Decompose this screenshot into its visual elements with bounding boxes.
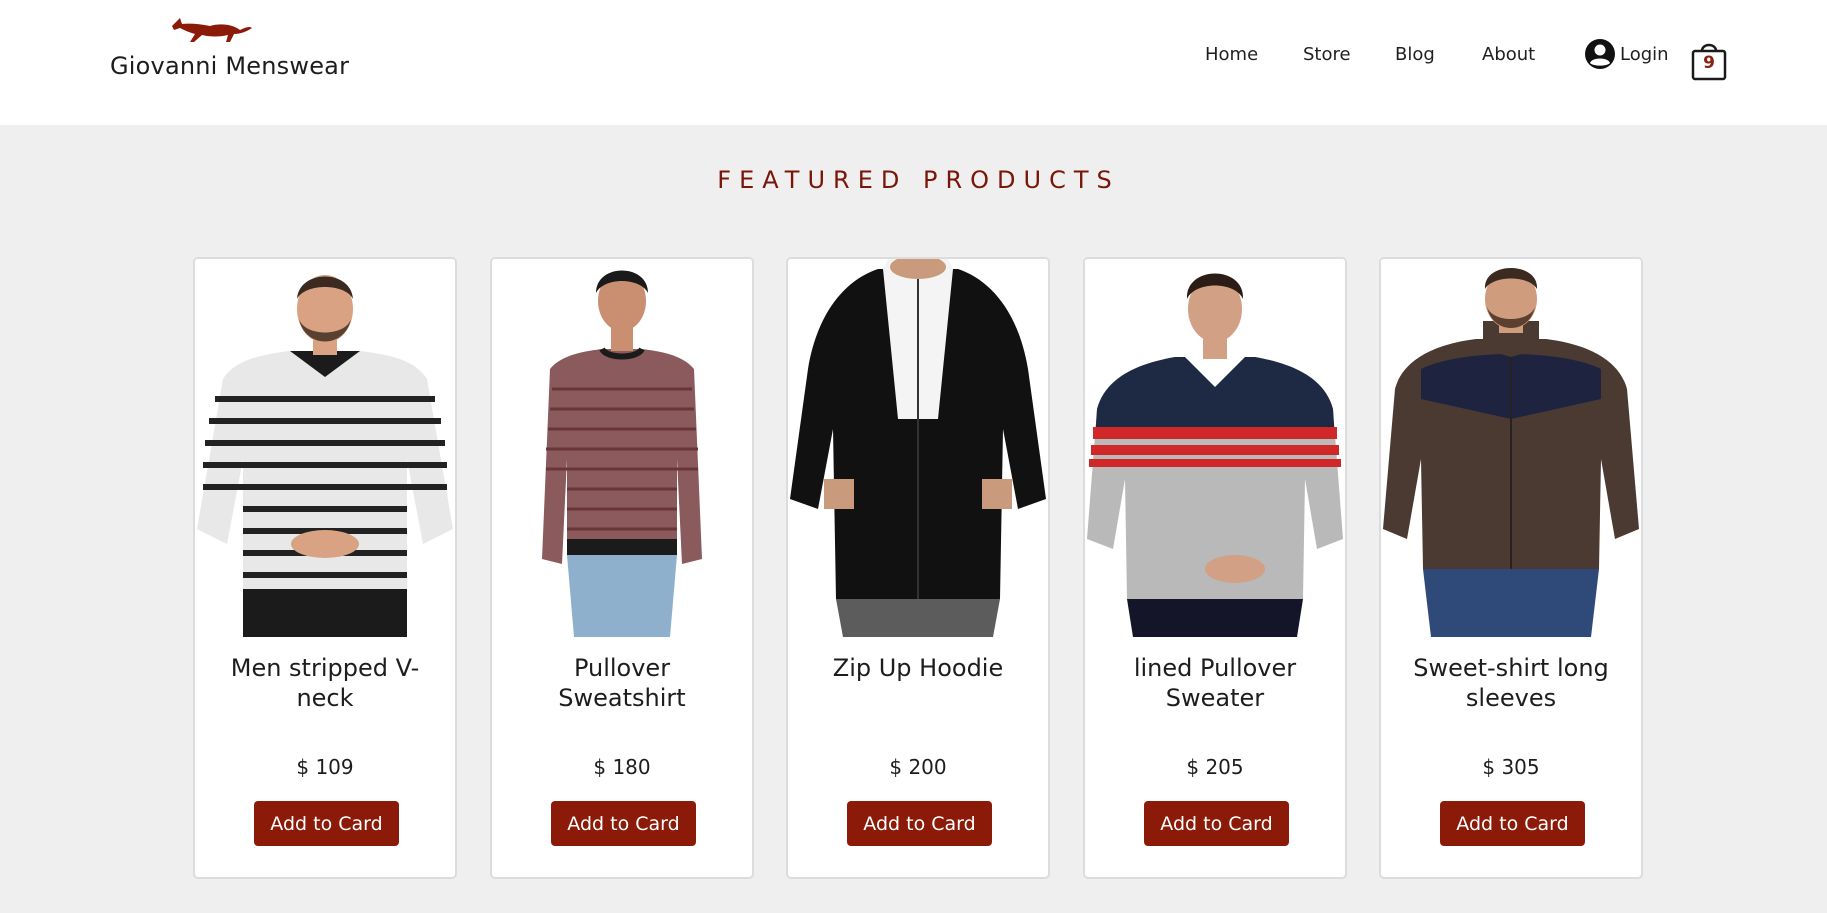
product-image (1381, 259, 1641, 637)
product-image (788, 259, 1048, 637)
section-title: FEATURED PRODUCTS (717, 166, 1120, 194)
add-to-cart-button[interactable]: Add to Card (847, 801, 992, 846)
product-price: $ 200 (889, 755, 947, 779)
product-price: $ 205 (1186, 755, 1244, 779)
nav-blog[interactable]: Blog (1395, 44, 1435, 65)
site-header: Giovanni Menswear Home Store Blog About … (0, 0, 1827, 125)
nav-store[interactable]: Store (1303, 44, 1351, 65)
product-name: Sweet-shirt long sleeves (1413, 654, 1609, 712)
cart-count-badge: 9 (1703, 53, 1715, 73)
cart-button[interactable]: 9 (1690, 38, 1728, 82)
product-name: Zip Up Hoodie (832, 654, 1004, 682)
product-name: lined Pullover Sweater (1133, 654, 1297, 712)
login-label: Login (1620, 44, 1669, 65)
product-price: $ 180 (593, 755, 651, 779)
product-image (195, 259, 455, 637)
fox-logo-icon (172, 18, 252, 42)
product-card: Zip Up Hoodie $ 200 Add to Card (786, 257, 1050, 879)
add-to-cart-button[interactable]: Add to Card (551, 801, 696, 846)
nav-about[interactable]: About (1482, 44, 1535, 65)
product-name: Men stripped V-neck (230, 654, 420, 712)
product-price: $ 305 (1482, 755, 1540, 779)
product-card: lined Pullover Sweater $ 205 Add to Card (1083, 257, 1347, 879)
product-price: $ 109 (296, 755, 354, 779)
add-to-cart-button[interactable]: Add to Card (254, 801, 399, 846)
product-image (492, 259, 752, 637)
brand[interactable]: Giovanni Menswear (110, 14, 350, 84)
add-to-cart-button[interactable]: Add to Card (1144, 801, 1289, 846)
product-name: Pullover Sweatshirt (558, 654, 686, 712)
nav-home[interactable]: Home (1205, 44, 1258, 65)
product-card: Pullover Sweatshirt $ 180 Add to Card (490, 257, 754, 879)
add-to-cart-button[interactable]: Add to Card (1440, 801, 1585, 846)
product-image (1085, 259, 1345, 637)
product-card: Men stripped V-neck $ 109 Add to Card (193, 257, 457, 879)
user-circle-icon (1585, 39, 1615, 69)
brand-name: Giovanni Menswear (110, 52, 350, 80)
product-card: Sweet-shirt long sleeves $ 305 Add to Ca… (1379, 257, 1643, 879)
